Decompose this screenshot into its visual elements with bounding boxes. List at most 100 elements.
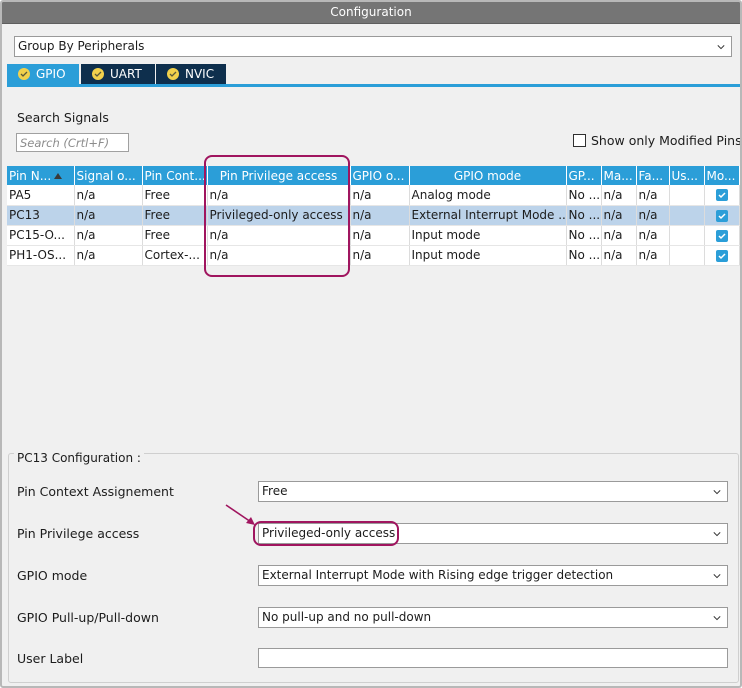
cell-fa: n/a (636, 225, 670, 246)
cell-ma: n/a (601, 225, 637, 246)
column-header-pin-context[interactable]: Pin Cont... (142, 166, 208, 185)
column-header-fa[interactable]: Fa... (636, 166, 670, 185)
cell-pin: PC13 (7, 205, 75, 226)
gpio-mode-label: GPIO mode (17, 568, 88, 583)
cell-pin: PA5 (7, 185, 75, 206)
checkbox-checked-icon[interactable] (715, 249, 728, 262)
cell-modified[interactable] (704, 205, 740, 226)
column-header-gpio-mode[interactable]: GPIO mode (409, 166, 567, 185)
pin-privilege-select[interactable]: Privileged-only access (258, 523, 728, 544)
tab-gpio[interactable]: GPIO (7, 64, 79, 85)
chevron-down-icon (713, 616, 721, 621)
table-row[interactable]: PC15-O... n/a Free n/a n/a Input mode No… (7, 225, 740, 246)
cell-gp: No ... (566, 225, 602, 246)
cell-context: Free (142, 185, 208, 206)
gpio-mode-select[interactable]: External Interrupt Mode with Rising edge… (258, 565, 728, 586)
pin-configuration-title: PC13 Configuration : (14, 451, 144, 465)
cell-gp: No ... (566, 245, 602, 266)
cell-privilege: Privileged-only access (207, 205, 351, 226)
cell-fa: n/a (636, 245, 670, 266)
column-header-signal[interactable]: Signal o... (74, 166, 143, 185)
cell-ma: n/a (601, 245, 637, 266)
column-header-gpio-output[interactable]: GPIO o... (350, 166, 410, 185)
user-label-input[interactable] (258, 648, 728, 668)
cell-gpio-output: n/a (350, 185, 410, 206)
cell-modified[interactable] (704, 245, 740, 266)
cell-gp: No ... (566, 185, 602, 206)
tab-label: NVIC (185, 67, 215, 81)
tab-label: GPIO (36, 67, 66, 81)
gpio-pull-value: No pull-up and no pull-down (262, 610, 432, 624)
cell-fa: n/a (636, 205, 670, 226)
cell-ma: n/a (601, 205, 637, 226)
cell-signal: n/a (74, 245, 143, 266)
cell-fa: n/a (636, 185, 670, 206)
cell-pin: PH1-OS... (7, 245, 75, 266)
chevron-down-icon (713, 574, 721, 579)
cell-modified[interactable] (704, 185, 740, 206)
cell-gpio-output: n/a (350, 225, 410, 246)
check-circle-icon (18, 68, 30, 80)
checkbox-checked-icon[interactable] (715, 229, 728, 242)
table-header-row: Pin N... Signal o... Pin Cont... Pin Pri… (7, 166, 740, 185)
cell-gpio-output: n/a (350, 205, 410, 226)
chevron-down-icon (717, 45, 725, 50)
window-title: Configuration (2, 2, 740, 24)
pin-context-label: Pin Context Assignement (17, 484, 174, 499)
column-header-gp[interactable]: GP... (566, 166, 602, 185)
tab-nvic[interactable]: NVIC (156, 64, 226, 85)
cell-privilege: n/a (207, 225, 351, 246)
pin-context-select[interactable]: Free (258, 481, 728, 502)
cell-gpio-mode: Analog mode (409, 185, 567, 206)
sort-ascending-icon (54, 173, 63, 179)
tab-label: UART (110, 67, 142, 81)
checkbox-checked-icon[interactable] (715, 189, 728, 202)
table-row[interactable]: PH1-OS... n/a Cortex-... n/a n/a Input m… (7, 245, 740, 266)
cell-ma: n/a (601, 185, 637, 206)
cell-gpio-mode: External Interrupt Mode ... (409, 205, 567, 226)
gpio-mode-value: External Interrupt Mode with Rising edge… (262, 568, 614, 582)
cell-gpio-mode: Input mode (409, 225, 567, 246)
cell-pin: PC15-O... (7, 225, 75, 246)
cell-gpio-output: n/a (350, 245, 410, 266)
cell-signal: n/a (74, 185, 143, 206)
cell-context: Cortex-... (142, 245, 208, 266)
search-input[interactable] (16, 133, 129, 152)
cell-context: Free (142, 225, 208, 246)
checkbox-box[interactable] (573, 134, 586, 147)
chevron-down-icon (713, 532, 721, 537)
pin-privilege-label: Pin Privilege access (17, 526, 140, 541)
configuration-window: Configuration Group By Peripherals GPIO … (0, 0, 742, 688)
checkbox-checked-icon[interactable] (715, 209, 728, 222)
cell-context: Free (142, 205, 208, 226)
cell-gpio-mode: Input mode (409, 245, 567, 266)
column-header-modified[interactable]: Mo... (704, 166, 740, 185)
column-header-pin-privilege[interactable]: Pin Privilege access (207, 166, 351, 185)
tab-uart[interactable]: UART (81, 64, 155, 85)
cell-modified[interactable] (704, 225, 740, 246)
pin-table: Pin N... Signal o... Pin Cont... Pin Pri… (7, 166, 740, 266)
cell-us (669, 245, 705, 266)
gpio-pull-select[interactable]: No pull-up and no pull-down (258, 607, 728, 628)
cell-signal: n/a (74, 205, 143, 226)
gpio-pull-label: GPIO Pull-up/Pull-down (17, 610, 159, 625)
table-row[interactable]: PA5 n/a Free n/a n/a Analog mode No ... … (7, 185, 740, 206)
column-header-pin-name[interactable]: Pin N... (7, 166, 75, 185)
group-by-select[interactable]: Group By Peripherals (14, 36, 732, 57)
pin-privilege-value: Privileged-only access (262, 526, 396, 540)
table-row[interactable]: PC13 n/a Free Privileged-only access n/a… (7, 205, 740, 226)
cell-gp: No ... (566, 205, 602, 226)
check-circle-icon (167, 68, 179, 80)
cell-us (669, 225, 705, 246)
user-label-label: User Label (17, 651, 84, 666)
column-header-ma[interactable]: Ma... (601, 166, 637, 185)
cell-us (669, 185, 705, 206)
cell-privilege: n/a (207, 185, 351, 206)
group-by-value: Group By Peripherals (18, 39, 145, 53)
arrow-icon (225, 504, 255, 525)
column-header-us[interactable]: Us... (669, 166, 705, 185)
search-signals-label: Search Signals (17, 110, 109, 125)
cell-privilege: n/a (207, 245, 351, 266)
tab-underline (7, 84, 740, 87)
cell-us (669, 205, 705, 226)
